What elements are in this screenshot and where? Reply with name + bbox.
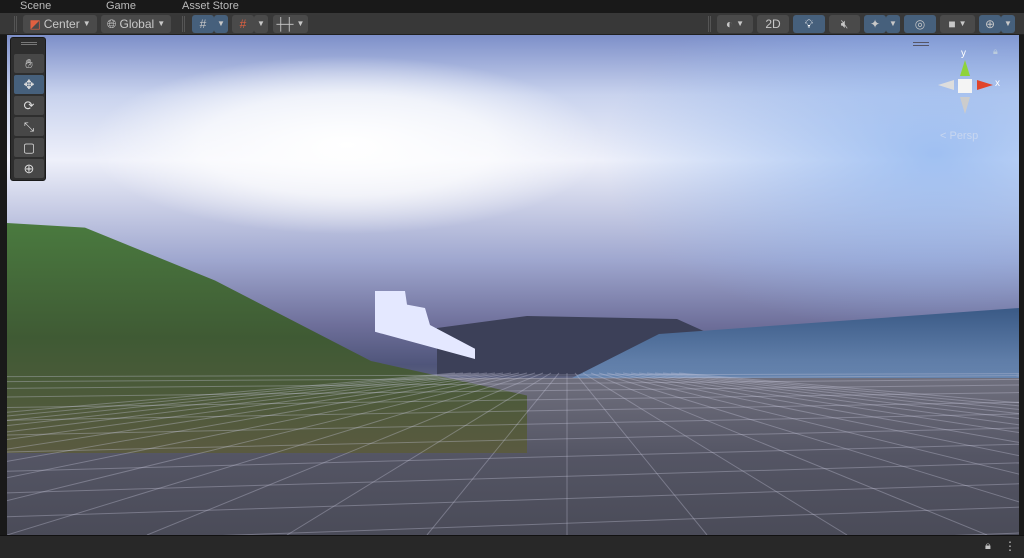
draw-mode-dropdown[interactable]: ◐ ▼ xyxy=(717,15,753,33)
scene-viewport[interactable] xyxy=(7,35,1019,535)
toolbar-grip[interactable] xyxy=(182,16,185,32)
chevron-down-icon: ▼ xyxy=(257,19,265,28)
grid-line xyxy=(222,506,1019,535)
space-label: Global xyxy=(119,17,155,31)
hand-tool-button[interactable]: ✋︎ xyxy=(14,54,44,73)
chevron-down-icon: ▼ xyxy=(217,19,225,28)
chevron-down-icon: ▼ xyxy=(736,19,745,28)
y-label: y xyxy=(961,48,966,59)
grid-dropdown[interactable]: ▼ xyxy=(214,15,228,33)
rect-tool-button[interactable]: ▢ xyxy=(14,138,44,157)
snap-icon: # xyxy=(239,17,247,31)
hand-icon: ✋︎ xyxy=(25,56,33,71)
pivot-label: Center xyxy=(43,17,80,31)
pivot-rotation-dropdown[interactable]: 🌐︎ Global ▼ xyxy=(101,15,171,33)
pivot-mode-dropdown[interactable]: ◩ Center ▼ xyxy=(23,15,97,33)
grid-line xyxy=(7,372,480,427)
effects-toggle[interactable]: ✦ xyxy=(864,15,886,33)
more-menu-icon[interactable]: ⋮ xyxy=(1004,539,1016,553)
rect-icon: ▢ xyxy=(22,140,36,155)
chevron-down-icon: ▼ xyxy=(1004,19,1012,28)
lighting-toggle[interactable]: 💡︎ xyxy=(793,15,825,33)
grid-snapping-button[interactable]: # xyxy=(232,15,254,33)
rotate-tool-button[interactable]: ⟳ xyxy=(14,96,44,115)
window-tabs: Scene Game Asset Store xyxy=(0,0,1024,13)
transform-tool-button[interactable]: ⊕ xyxy=(14,159,44,178)
scene-visibility-toggle[interactable]: ◎ xyxy=(904,15,936,33)
chevron-down-icon: ▼ xyxy=(958,19,967,28)
chevron-down-icon: ▼ xyxy=(82,19,91,28)
status-bar: 🔒︎ ⋮ xyxy=(0,535,1024,558)
projection-toggle[interactable]: < Persp xyxy=(940,130,978,142)
grid-line xyxy=(426,372,560,535)
lock-icon[interactable]: 🔒︎ xyxy=(993,46,998,57)
ruler-icon: ┼┼ xyxy=(276,17,294,31)
gizmos-toggle[interactable]: ⊕ xyxy=(979,15,1001,33)
gizmos-icon: ⊕ xyxy=(984,17,996,31)
rotate-icon: ⟳ xyxy=(23,98,35,113)
grid-line xyxy=(7,372,488,433)
transform-icon: ⊕ xyxy=(23,161,35,176)
scale-tool-button[interactable]: ⤡ xyxy=(14,117,44,136)
audio-toggle[interactable]: 🔇︎ xyxy=(829,15,860,33)
x-label: x xyxy=(995,78,1000,89)
audio-muted-icon: 🔇︎ xyxy=(840,17,849,31)
toolbar-grip[interactable] xyxy=(708,16,711,32)
pivot-icon: ◩ xyxy=(29,17,41,31)
move-tool-button[interactable]: ✥ xyxy=(14,75,44,94)
move-icon: ✥ xyxy=(23,77,35,92)
camera-icon: ■ xyxy=(948,17,956,31)
effects-icon: ✦ xyxy=(869,17,881,31)
y-axis-cone[interactable] xyxy=(960,60,970,76)
grid-visibility-button[interactable]: # xyxy=(192,15,214,33)
tab-asset-store[interactable]: Asset Store xyxy=(176,0,245,13)
neg-y-axis-cone[interactable] xyxy=(960,97,970,114)
neg-x-axis-cone[interactable] xyxy=(938,80,954,90)
effects-dropdown[interactable]: ▼ xyxy=(886,15,900,33)
2d-toggle[interactable]: 2D xyxy=(757,15,789,33)
lightbulb-icon: 💡︎ xyxy=(804,17,814,31)
tools-overlay: ✋︎ ✥ ⟳ ⤡ ▢ ⊕ xyxy=(10,37,46,181)
tab-scene[interactable]: Scene xyxy=(14,0,57,13)
gizmo-center-cube[interactable] xyxy=(958,79,972,93)
tab-game[interactable]: Game xyxy=(100,0,142,13)
globe-icon: 🌐︎ xyxy=(106,17,117,31)
overlay-grip[interactable] xyxy=(21,42,37,45)
grid-line xyxy=(7,372,536,535)
orientation-gizmo[interactable]: y x 🔒︎ < Persp xyxy=(930,42,1010,152)
grid-icon: # xyxy=(199,17,207,31)
chevron-down-icon: ▼ xyxy=(157,19,166,28)
chevron-down-icon: ▼ xyxy=(889,19,897,28)
grid-line xyxy=(7,372,496,441)
increment-snap-dropdown[interactable]: ┼┼ ▼ xyxy=(273,15,308,33)
scene-toolbar: ◩ Center ▼ 🌐︎ Global ▼ # ▼ # ▼ ┼┼ ▼ ◐ ▼ 2D 💡︎ … xyxy=(0,13,1024,35)
lock-icon[interactable]: 🔒︎ xyxy=(985,540,991,553)
x-axis-cone[interactable] xyxy=(977,80,993,90)
gizmos-dropdown[interactable]: ▼ xyxy=(1001,15,1015,33)
toolbar-grip[interactable] xyxy=(14,16,17,32)
camera-dropdown[interactable]: ■ ▼ xyxy=(940,15,975,33)
shading-icon: ◐ xyxy=(725,17,734,31)
overlay-menu-handle[interactable] xyxy=(913,42,929,46)
scale-icon: ⤡ xyxy=(23,119,35,134)
chevron-down-icon: ▼ xyxy=(296,19,305,28)
grid-line xyxy=(286,372,552,535)
scene-grid xyxy=(7,372,1019,535)
snap-dropdown[interactable]: ▼ xyxy=(254,15,268,33)
hidden-eye-icon: ◎ xyxy=(914,17,926,31)
2d-label: 2D xyxy=(765,17,781,31)
